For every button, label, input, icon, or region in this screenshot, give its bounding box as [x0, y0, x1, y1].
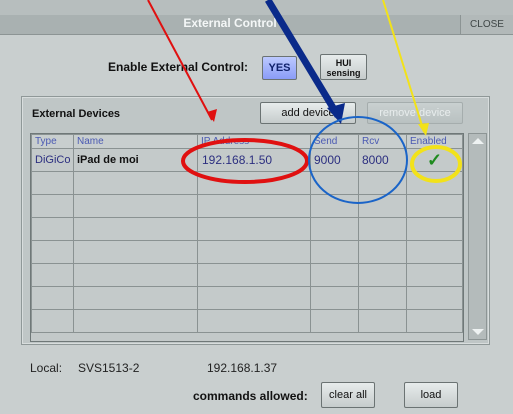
- window-title: External Control: [183, 16, 277, 30]
- table-row[interactable]: [31, 217, 463, 241]
- cell-name[interactable]: iPad de moi: [73, 148, 198, 172]
- table-row[interactable]: [31, 263, 463, 287]
- enable-external-control-row: Enable External Control: YES HUI sensing: [0, 54, 513, 82]
- table-row[interactable]: [31, 171, 463, 195]
- devices-scrollbar[interactable]: [468, 133, 487, 340]
- scroll-down-icon[interactable]: [472, 329, 484, 335]
- column-header-type[interactable]: Type: [31, 134, 74, 149]
- column-header-ip-address[interactable]: IP Address: [197, 134, 311, 149]
- local-ip-address: 192.168.1.37: [207, 361, 278, 375]
- local-label: Local:: [30, 361, 63, 375]
- column-header-send[interactable]: Send: [310, 134, 359, 149]
- cell-enabled[interactable]: ✓: [406, 148, 463, 172]
- column-header-name[interactable]: Name: [73, 134, 198, 149]
- enable-yes-button[interactable]: YES: [262, 56, 297, 80]
- add-device-button[interactable]: add device: [260, 102, 356, 124]
- cell-send[interactable]: 9000: [310, 148, 359, 172]
- external-devices-panel: External Devices add device remove devic…: [21, 96, 490, 345]
- scroll-up-icon[interactable]: [472, 138, 484, 144]
- hui-label: HUI: [335, 58, 352, 68]
- table-header-row: Type Name IP Address Send Rcv Enabled: [31, 134, 463, 149]
- sensing-label: sensing: [326, 68, 361, 78]
- local-device-name: SVS1513-2: [78, 361, 140, 375]
- table-row[interactable]: DiGiCo iPad de moi 192.168.1.50 9000 800…: [31, 148, 463, 172]
- remove-device-button[interactable]: remove device: [367, 102, 463, 124]
- load-button[interactable]: load: [404, 382, 458, 408]
- table-row[interactable]: [31, 309, 463, 333]
- cell-rcv[interactable]: 8000: [358, 148, 407, 172]
- table-row[interactable]: [31, 194, 463, 218]
- cell-type[interactable]: DiGiCo: [31, 148, 74, 172]
- commands-allowed-label: commands allowed:: [193, 389, 308, 403]
- column-header-enabled[interactable]: Enabled: [406, 134, 463, 149]
- devices-table: Type Name IP Address Send Rcv Enabled Di…: [30, 133, 464, 342]
- enable-external-control-label: Enable External Control:: [108, 60, 249, 74]
- cell-ip-address[interactable]: 192.168.1.50: [197, 148, 311, 172]
- commands-allowed-row: commands allowed: clear all load: [0, 382, 513, 408]
- close-button[interactable]: CLOSE: [460, 15, 513, 34]
- clear-all-button[interactable]: clear all: [321, 382, 375, 408]
- column-header-rcv[interactable]: Rcv: [358, 134, 407, 149]
- check-icon: ✓: [426, 149, 443, 170]
- table-row[interactable]: [31, 286, 463, 310]
- hui-sensing-button[interactable]: HUI sensing: [320, 54, 367, 80]
- table-row[interactable]: [31, 240, 463, 264]
- title-bar: External Control CLOSE: [0, 0, 513, 35]
- external-devices-title: External Devices: [32, 108, 121, 120]
